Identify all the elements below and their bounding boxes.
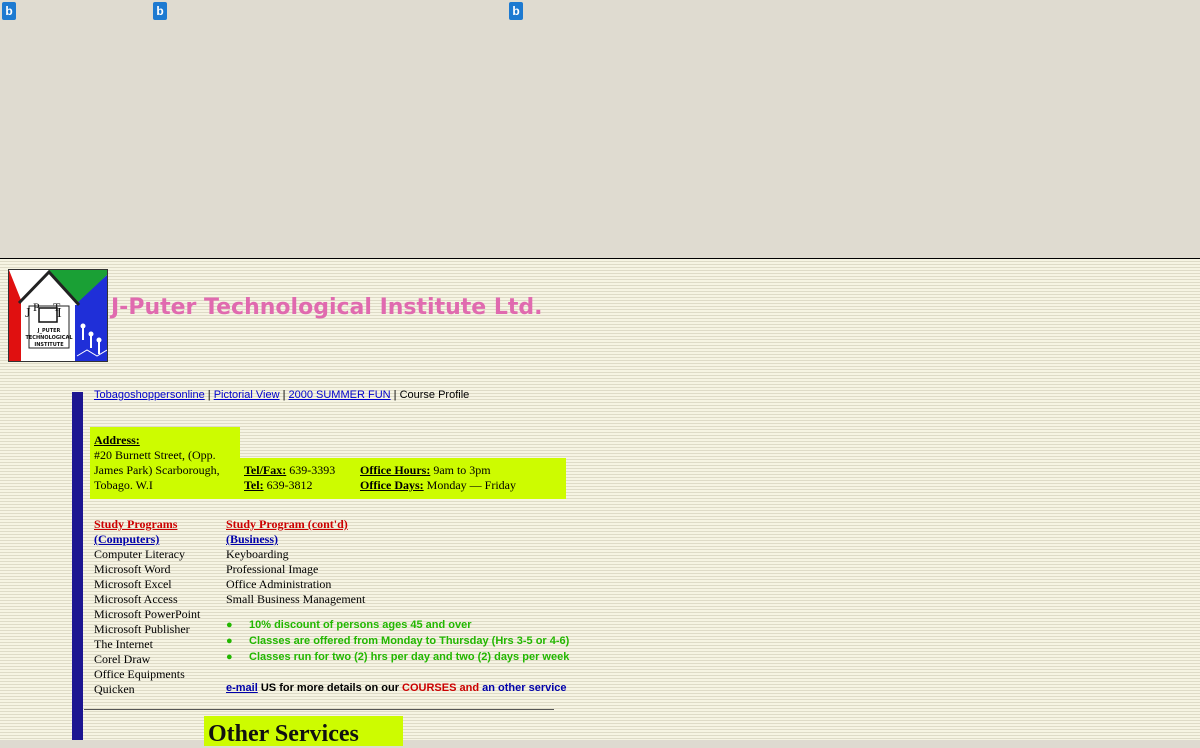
institute-logo: J P T I J_PUTER TECHNOLOGICAL INSTITUTE — [8, 269, 108, 362]
list-item: Computer Literacy — [94, 547, 185, 561]
sidebar-bar — [72, 392, 83, 740]
bullet-item: ● Classes are offered from Monday to Thur… — [226, 635, 570, 647]
courses-text: COURSES — [402, 682, 457, 694]
telfax-value: 639-3393 — [286, 463, 336, 477]
svg-text:INSTITUTE: INSTITUTE — [34, 342, 64, 348]
b-icon[interactable]: b — [2, 2, 16, 20]
nav-link-summer-fun[interactable]: 2000 SUMMER FUN — [289, 389, 391, 401]
svg-text:TECHNOLOGICAL: TECHNOLOGICAL — [25, 335, 73, 341]
list-item: Corel Draw — [94, 652, 151, 666]
b-icon[interactable]: b — [153, 2, 167, 20]
browser-top-area: b b b — [0, 0, 1200, 258]
business-programs-list: Study Program (cont'd) (Business) Keyboa… — [226, 517, 365, 607]
info-bullets: ● 10% discount of persons ages 45 and ove… — [226, 617, 569, 665]
bullet-icon: ● — [226, 651, 233, 663]
list-item: Professional Image — [226, 562, 319, 576]
computer-programs-list: Study Programs (Computers) Computer Lite… — [94, 517, 200, 697]
office-days-value: Monday — Friday — [423, 478, 516, 492]
office-days-label: Office Days: — [360, 478, 424, 492]
list-item: Microsoft Excel — [94, 577, 172, 591]
list-item: Microsoft Word — [94, 562, 171, 576]
other-services-title: Other Services — [208, 721, 359, 747]
nav-link-pictorial-view[interactable]: Pictorial View — [214, 389, 280, 401]
telfax-label: Tel/Fax: — [244, 463, 287, 477]
business-subtitle: (Business) — [226, 532, 279, 546]
hours-block: Office Hours: 9am to 3pm Office Days: Mo… — [360, 463, 516, 493]
email-link[interactable]: e-mail — [226, 682, 258, 694]
nav-bar: Tobagoshoppersonline | Pictorial View | … — [94, 389, 470, 401]
address-block: Address: #20 Burnett Street, (Opp. James… — [94, 433, 239, 493]
address-label: Address: — [94, 433, 140, 447]
email-line: e-mail US for more details on our COURSE… — [226, 682, 567, 694]
tel-value: 639-3812 — [263, 478, 313, 492]
other-service-text: an other service — [479, 682, 567, 694]
list-item: Office Administration — [226, 577, 332, 591]
bullet-item: ● Classes run for two (2) hrs per day and… — [226, 651, 570, 663]
b-icon[interactable]: b — [509, 2, 523, 20]
phone-block: Tel/Fax: 639-3393 Tel: 639-3812 — [244, 463, 335, 493]
list-item: Microsoft Publisher — [94, 622, 190, 636]
office-hours-value: 9am to 3pm — [430, 463, 491, 477]
svg-text:J: J — [25, 306, 31, 321]
list-item: The Internet — [94, 637, 153, 651]
list-item: Keyboarding — [226, 547, 289, 561]
svg-text:J_PUTER: J_PUTER — [37, 328, 61, 334]
address-line: James Park) Scarborough, — [94, 463, 220, 477]
study-program-contd-title: Study Program (cont'd) — [226, 517, 348, 531]
bullet-icon: ● — [226, 619, 233, 631]
list-item: Office Equipments — [94, 667, 185, 681]
site-title: J-Puter Technological Institute Ltd. — [111, 295, 543, 320]
list-item: Microsoft PowerPoint — [94, 607, 201, 621]
computers-subtitle: (Computers) — [94, 532, 160, 546]
page-content: J P T I J_PUTER TECHNOLOGICAL INSTITUTE … — [0, 259, 1200, 747]
nav-link-tobagoshoppersonline[interactable]: Tobagoshoppersonline — [94, 389, 205, 401]
list-item: Quicken — [94, 682, 135, 696]
bullet-item: ● 10% discount of persons ages 45 and ove… — [226, 619, 472, 631]
list-item: Small Business Management — [226, 592, 366, 606]
office-hours-label: Office Hours: — [360, 463, 431, 477]
address-line: #20 Burnett Street, (Opp. — [94, 448, 216, 462]
tel-label: Tel: — [244, 478, 264, 492]
address-line: Tobago. W.I — [94, 478, 153, 492]
study-programs-title: Study Programs — [94, 517, 178, 531]
bullet-icon: ● — [226, 635, 233, 647]
nav-current-page: Course Profile — [399, 389, 470, 401]
list-item: Microsoft Access — [94, 592, 178, 606]
horizontal-rule — [84, 709, 554, 710]
